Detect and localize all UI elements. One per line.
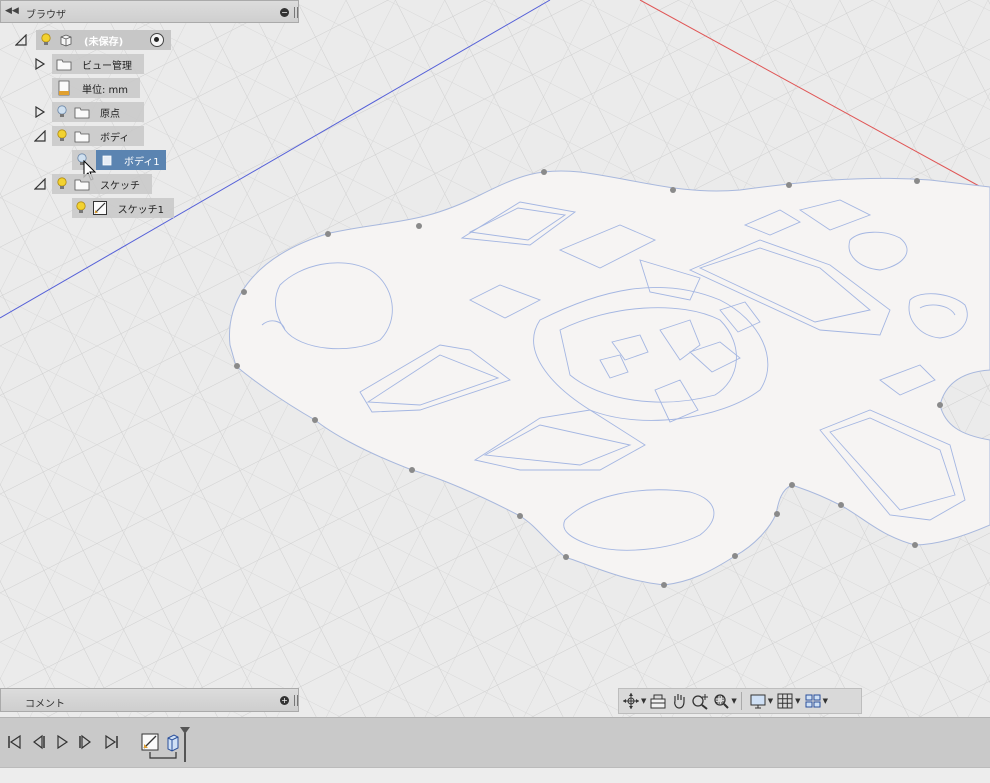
tree-sketch1-label: スケッチ1 (117, 204, 164, 216)
collapsed-triangle-icon[interactable] (34, 58, 46, 70)
fit-icon[interactable]: ▼ (712, 690, 737, 712)
sketch-feature-icon[interactable] (140, 732, 160, 752)
panel-grip-icon[interactable] (294, 695, 298, 706)
comments-panel-header[interactable]: コメント + (0, 688, 299, 712)
timeline-bar (0, 717, 990, 768)
lightbulb-on-icon[interactable] (54, 176, 70, 192)
folder-icon (74, 104, 90, 120)
canvas-viewport[interactable] (0, 0, 990, 717)
display-settings-icon[interactable]: ▼ (749, 690, 773, 712)
status-strip (0, 767, 990, 783)
tree-sketches[interactable]: スケッチ (52, 174, 152, 194)
double-left-chevron-icon[interactable]: ◀◀ (5, 6, 19, 16)
timeline-marker-icon[interactable] (179, 726, 191, 762)
tree-body1[interactable]: ボディ1 (96, 150, 166, 170)
step-back-icon[interactable] (30, 734, 46, 750)
panel-grip-icon[interactable] (294, 7, 298, 18)
folder-icon (74, 176, 90, 192)
orbit-icon[interactable]: ▼ (622, 690, 646, 712)
tree-root-label: (未保存) (84, 36, 124, 48)
tree-units-label: 単位: mm (82, 84, 129, 96)
sketch-icon (92, 200, 108, 216)
expanded-triangle-icon[interactable] (15, 34, 27, 46)
lightbulb-on-icon[interactable] (54, 128, 70, 144)
tree-origin-label: 原点 (100, 108, 120, 120)
viewports-icon[interactable]: ▼ (804, 690, 828, 712)
go-to-end-icon[interactable] (104, 734, 120, 750)
folder-icon (74, 128, 90, 144)
tree-bodies[interactable]: ボディ (52, 126, 144, 146)
tree-sketches-label: スケッチ (100, 180, 140, 192)
tree-bodies-label: ボディ (100, 132, 130, 144)
look-at-icon[interactable] (649, 690, 667, 712)
lightbulb-off-icon[interactable] (54, 104, 70, 120)
expanded-triangle-icon[interactable] (34, 178, 46, 190)
add-comment-icon[interactable]: + (280, 696, 289, 705)
browser-title: ブラウザ (26, 10, 66, 21)
go-to-start-icon[interactable] (6, 734, 22, 750)
body-solid-icon (100, 152, 114, 168)
toolbar-divider (740, 692, 742, 710)
step-forward-icon[interactable] (78, 734, 94, 750)
feature-group-bracket (149, 752, 177, 759)
grid-settings-icon[interactable]: ▼ (776, 690, 801, 712)
tree-view-management-label: ビュー管理 (82, 60, 132, 72)
tree-sketch1[interactable]: スケッチ1 (72, 198, 174, 218)
tree-view-management[interactable]: ビュー管理 (52, 54, 144, 74)
play-icon[interactable] (54, 734, 70, 750)
tree-origin[interactable]: 原点 (52, 102, 144, 122)
collapsed-triangle-icon[interactable] (34, 106, 46, 118)
lightbulb-on-icon[interactable] (38, 32, 54, 48)
viewport-graphics[interactable] (0, 0, 990, 717)
navigation-toolbar: ▼ ▼ ▼ ▼ ▼ (618, 688, 862, 714)
tree-units[interactable]: 単位: mm (52, 78, 140, 98)
pan-icon[interactable] (670, 690, 688, 712)
expanded-triangle-icon[interactable] (34, 130, 46, 142)
comments-title: コメント (25, 699, 65, 710)
browser-panel-header[interactable]: ◀◀ ブラウザ − (0, 0, 299, 23)
document-units-icon (56, 80, 72, 96)
collapse-panel-icon[interactable]: − (280, 8, 289, 17)
folder-icon (56, 56, 72, 72)
component-icon (58, 32, 74, 48)
zoom-icon[interactable] (691, 690, 709, 712)
lightbulb-on-icon[interactable] (74, 200, 88, 216)
activate-radio-icon[interactable] (150, 33, 164, 47)
tree-body1-label: ボディ1 (124, 156, 160, 168)
